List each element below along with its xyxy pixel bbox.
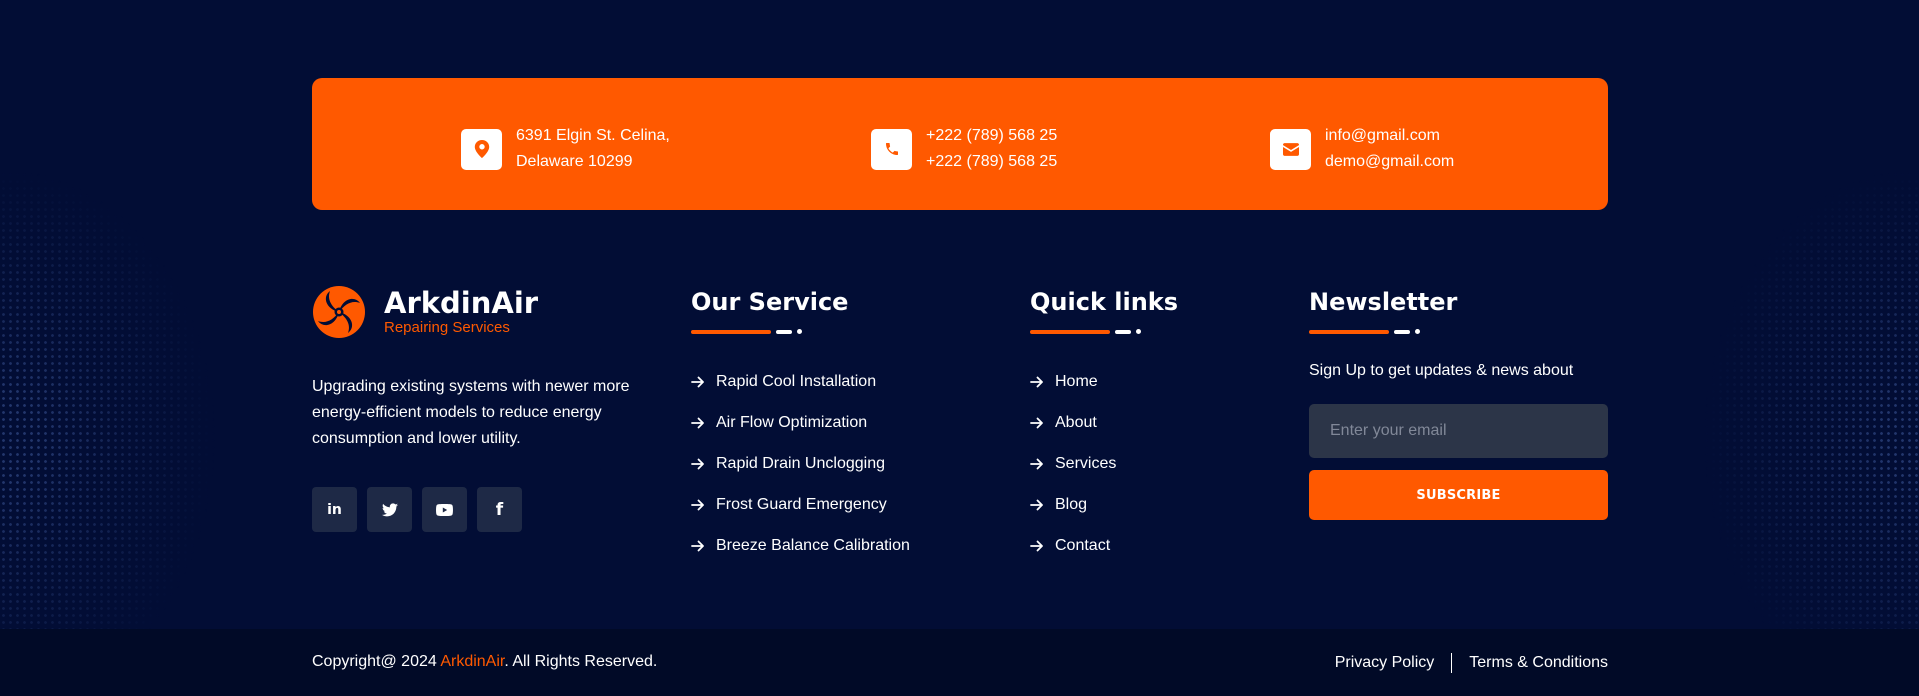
quick-link-label: Home bbox=[1055, 372, 1098, 390]
service-link-label: Frost Guard Emergency bbox=[716, 495, 887, 513]
legal-divider bbox=[1451, 653, 1453, 673]
contact-email: info@gmail.com demo@gmail.com bbox=[1270, 123, 1454, 175]
contact-bar: 6391 Elgin St. Celina, Delaware 10299 +2… bbox=[312, 78, 1608, 210]
email-line-2[interactable]: demo@gmail.com bbox=[1325, 149, 1454, 175]
arrow-right-icon bbox=[1030, 417, 1043, 428]
twitter-icon bbox=[381, 502, 398, 516]
newsletter-column: Newsletter Sign Up to get updates & news… bbox=[1309, 286, 1608, 520]
bottom-bar: Copyright@ 2024 ArkdinAir. All Rights Re… bbox=[0, 629, 1919, 696]
email-input[interactable] bbox=[1309, 404, 1608, 458]
contact-address: 6391 Elgin St. Celina, Delaware 10299 bbox=[461, 123, 670, 175]
newsletter-title: Newsletter bbox=[1309, 288, 1458, 316]
social-links: in f bbox=[312, 487, 522, 532]
quick-links: Home About Services Blog Contact bbox=[1030, 361, 1178, 566]
terms-link[interactable]: Terms & Conditions bbox=[1469, 654, 1608, 672]
phone-line-2[interactable]: +222 (789) 568 25 bbox=[926, 149, 1057, 175]
arrow-right-icon bbox=[1030, 376, 1043, 387]
copyright-suffix: . All Rights Reserved. bbox=[504, 653, 658, 670]
service-links: Rapid Cool Installation Air Flow Optimiz… bbox=[691, 361, 910, 566]
privacy-policy-link[interactable]: Privacy Policy bbox=[1335, 654, 1435, 672]
quick-links-column: Quick links Home About Services Blog Con… bbox=[1030, 286, 1178, 566]
location-pin-icon bbox=[461, 128, 502, 170]
arrow-right-icon bbox=[691, 499, 704, 510]
quick-link-contact[interactable]: Contact bbox=[1030, 525, 1178, 566]
service-link-label: Rapid Drain Unclogging bbox=[716, 454, 885, 472]
quick-link-label: Blog bbox=[1055, 495, 1088, 513]
arrow-right-icon bbox=[1030, 499, 1043, 510]
quick-links-title: Quick links bbox=[1030, 288, 1179, 316]
service-link-label: Breeze Balance Calibration bbox=[716, 536, 910, 554]
subscribe-button[interactable]: SUBSCRIBE bbox=[1309, 470, 1608, 520]
title-underline bbox=[1030, 329, 1178, 334]
quick-link-services[interactable]: Services bbox=[1030, 443, 1178, 484]
brand-description: Upgrading existing systems with newer mo… bbox=[312, 378, 630, 447]
arrow-right-icon bbox=[1030, 458, 1043, 469]
quick-link-label: Services bbox=[1055, 454, 1117, 472]
phone-icon bbox=[871, 128, 912, 170]
address-line-2: Delaware 10299 bbox=[516, 153, 633, 170]
title-underline bbox=[1309, 329, 1608, 334]
arrow-right-icon bbox=[691, 458, 704, 469]
linkedin-button[interactable]: in bbox=[312, 487, 357, 532]
brand-logo[interactable]: ArkdinAir Repairing Services bbox=[312, 285, 538, 339]
youtube-icon bbox=[436, 503, 453, 516]
youtube-button[interactable] bbox=[422, 487, 467, 532]
brand-tagline: Repairing Services bbox=[384, 319, 510, 336]
arrow-right-icon bbox=[691, 376, 704, 387]
phone-line-1[interactable]: +222 (789) 568 25 bbox=[926, 123, 1057, 149]
copyright-text: Copyright@ 2024 ArkdinAir. All Rights Re… bbox=[312, 653, 657, 671]
decorative-dots-left bbox=[0, 150, 230, 630]
service-link-label: Rapid Cool Installation bbox=[716, 372, 877, 390]
arrow-right-icon bbox=[691, 540, 704, 551]
arrow-right-icon bbox=[691, 417, 704, 428]
quick-link-home[interactable]: Home bbox=[1030, 361, 1178, 402]
decorative-dots-right bbox=[1689, 150, 1919, 630]
address-line-1: 6391 Elgin St. Celina, bbox=[516, 127, 670, 144]
service-title: Our Service bbox=[691, 288, 849, 316]
arrow-right-icon bbox=[1030, 540, 1043, 551]
copyright-prefix: Copyright@ 2024 bbox=[312, 653, 441, 670]
service-link[interactable]: Breeze Balance Calibration bbox=[691, 525, 910, 566]
service-column: Our Service Rapid Cool Installation Air … bbox=[691, 286, 910, 566]
newsletter-text: Sign Up to get updates & news about bbox=[1309, 362, 1574, 379]
linkedin-icon: in bbox=[327, 501, 342, 518]
contact-phone: +222 (789) 568 25 +222 (789) 568 25 bbox=[871, 123, 1057, 175]
quick-link-label: About bbox=[1055, 413, 1097, 431]
title-underline bbox=[691, 329, 910, 334]
legal-links: Privacy Policy Terms & Conditions bbox=[1335, 653, 1608, 673]
facebook-button[interactable]: f bbox=[477, 487, 522, 532]
service-link-label: Air Flow Optimization bbox=[716, 413, 868, 431]
email-line-1[interactable]: info@gmail.com bbox=[1325, 123, 1454, 149]
service-link[interactable]: Frost Guard Emergency bbox=[691, 484, 910, 525]
copyright-brand-link[interactable]: ArkdinAir bbox=[440, 653, 504, 670]
quick-link-about[interactable]: About bbox=[1030, 402, 1178, 443]
quick-link-label: Contact bbox=[1055, 536, 1111, 554]
service-link[interactable]: Rapid Drain Unclogging bbox=[691, 443, 910, 484]
twitter-button[interactable] bbox=[367, 487, 412, 532]
envelope-icon bbox=[1270, 128, 1311, 170]
service-link[interactable]: Rapid Cool Installation bbox=[691, 361, 910, 402]
swirl-logo-icon bbox=[313, 286, 365, 338]
service-link[interactable]: Air Flow Optimization bbox=[691, 402, 910, 443]
brand-name: ArkdinAir bbox=[384, 286, 539, 320]
facebook-icon: f bbox=[495, 499, 504, 520]
quick-link-blog[interactable]: Blog bbox=[1030, 484, 1178, 525]
